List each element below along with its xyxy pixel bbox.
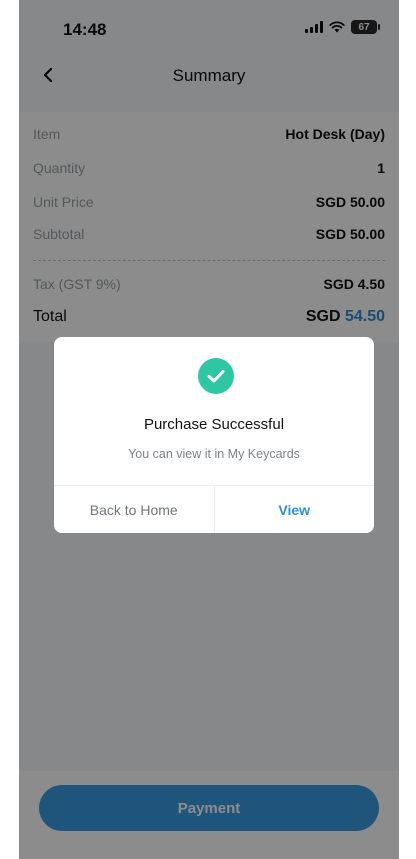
dialog-message: You can view it in My Keycards: [128, 447, 300, 461]
purchase-success-dialog: Purchase Successful You can view it in M…: [54, 337, 374, 533]
dialog-actions: Back to Home View: [54, 485, 374, 533]
back-to-home-button[interactable]: Back to Home: [54, 486, 215, 533]
phone-screen: 14:48 67 Summary Item Hot Desk (Day) Qua…: [19, 0, 399, 859]
view-button[interactable]: View: [214, 486, 374, 533]
dialog-title: Purchase Successful: [143, 416, 285, 433]
success-check-icon: [198, 358, 234, 394]
